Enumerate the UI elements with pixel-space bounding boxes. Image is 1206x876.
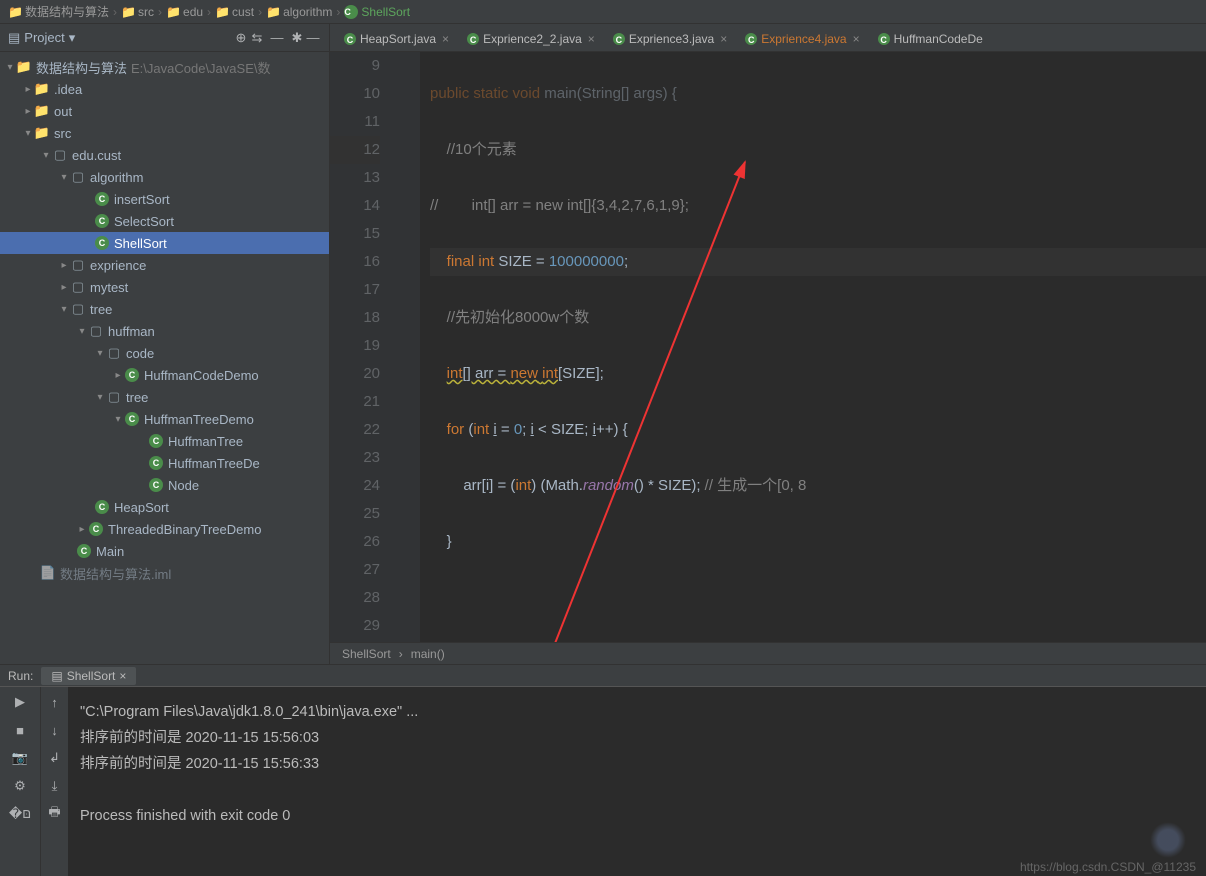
run-toolbar: ▶ ■ 📷 ⚙ �םּ xyxy=(0,687,40,876)
tree-package-edu-cust[interactable]: ▾▢edu.cust xyxy=(0,144,329,166)
tree-package-huffman[interactable]: ▾▢huffman xyxy=(0,320,329,342)
code-editor[interactable]: 9101112131415161718192021222324252627282… xyxy=(330,52,1206,642)
gutter-annotations xyxy=(390,52,420,642)
watermark-logo xyxy=(1150,822,1186,858)
tab-huffmancodede[interactable]: HuffmanCodeDe xyxy=(870,27,991,51)
stop-button[interactable]: ■ xyxy=(11,721,29,739)
run-tab[interactable]: ▤ShellSort× xyxy=(41,667,136,685)
tree-class-node[interactable]: Node xyxy=(0,474,329,496)
scroll-end-icon[interactable]: ⤓ xyxy=(46,777,64,795)
expand-all-icon[interactable]: ⇆ xyxy=(249,30,265,46)
run-toolbar-secondary: ↑ ↓ ↲ ⤓ 🖶 xyxy=(40,687,68,876)
tree-class-huffmancodedemo[interactable]: ▸HuffmanCodeDemo xyxy=(0,364,329,386)
breadcrumb-root[interactable]: 📁数据结构与算法 xyxy=(8,3,109,20)
tab-exprience2[interactable]: Exprience2_2.java× xyxy=(459,27,603,51)
settings-icon[interactable]: ✱ xyxy=(289,30,305,46)
run-tab-row: Run: ▤ShellSort× xyxy=(0,664,1206,686)
tree-folder-out[interactable]: ▸📁out xyxy=(0,100,329,122)
tree-class-huffmantree[interactable]: HuffmanTree xyxy=(0,430,329,452)
tree-package-algorithm[interactable]: ▾▢algorithm xyxy=(0,166,329,188)
down-icon[interactable]: ↓ xyxy=(46,721,64,739)
run-label: Run: xyxy=(8,669,33,683)
tree-class-shellsort[interactable]: ShellSort xyxy=(0,232,329,254)
tree-class-selectsort[interactable]: SelectSort xyxy=(0,210,329,232)
tree-package-exprience[interactable]: ▸▢exprience xyxy=(0,254,329,276)
breadcrumb-class[interactable]: ShellSort xyxy=(344,5,410,19)
project-tree[interactable]: ▾📁数据结构与算法E:\JavaCode\JavaSE\数 ▸📁.idea ▸📁… xyxy=(0,52,329,664)
tree-root[interactable]: ▾📁数据结构与算法E:\JavaCode\JavaSE\数 xyxy=(0,56,329,78)
crumb-method[interactable]: main() xyxy=(411,647,445,661)
breadcrumb-item[interactable]: 📁algorithm xyxy=(266,5,332,19)
tree-package-mytest[interactable]: ▸▢mytest xyxy=(0,276,329,298)
editor-tabs: HeapSort.java× Exprience2_2.java× Exprie… xyxy=(330,24,1206,52)
console-line: 排序前的时间是 2020-11-15 15:56:03 xyxy=(80,725,1194,751)
tree-package-tree2[interactable]: ▾▢tree xyxy=(0,386,329,408)
breadcrumb-item[interactable]: 📁cust xyxy=(215,5,254,19)
exit-button[interactable]: �םּ xyxy=(11,805,29,823)
crumb-class[interactable]: ShellSort xyxy=(342,647,391,661)
breadcrumb-item[interactable]: 📁edu xyxy=(166,5,203,19)
tab-exprience4[interactable]: Exprience4.java× xyxy=(737,27,867,51)
tree-folder-src[interactable]: ▾📁src xyxy=(0,122,329,144)
dropdown-icon[interactable]: ▾ xyxy=(69,30,76,46)
run-panel: ▶ ■ 📷 ⚙ �םּ ↑ ↓ ↲ ⤓ 🖶 "C:\Program Files\… xyxy=(0,686,1206,876)
console-line: Process finished with exit code 0 xyxy=(80,803,1194,829)
tree-class-huffmantreedemo[interactable]: ▾HuffmanTreeDemo xyxy=(0,408,329,430)
tree-package-code[interactable]: ▾▢code xyxy=(0,342,329,364)
breadcrumb: 📁数据结构与算法 › 📁src › 📁edu › 📁cust › 📁algori… xyxy=(0,0,1206,24)
project-title[interactable]: Project xyxy=(24,30,64,45)
close-icon[interactable]: × xyxy=(588,32,595,46)
tree-package-tree[interactable]: ▾▢tree xyxy=(0,298,329,320)
tab-heapsort[interactable]: HeapSort.java× xyxy=(336,27,457,51)
breadcrumb-item[interactable]: 📁src xyxy=(121,5,154,19)
close-icon[interactable]: × xyxy=(720,32,727,46)
line-gutter: 9101112131415161718192021222324252627282… xyxy=(330,52,390,642)
tab-exprience3[interactable]: Exprience3.java× xyxy=(605,27,735,51)
tree-file-iml[interactable]: 📄数据结构与算法.iml xyxy=(0,562,329,584)
editor-area: HeapSort.java× Exprience2_2.java× Exprie… xyxy=(330,24,1206,664)
code-content[interactable]: public static void main(String[] args) {… xyxy=(420,52,1206,642)
close-icon[interactable]: × xyxy=(119,669,126,683)
collapse-icon[interactable]: — xyxy=(269,30,285,46)
print-icon[interactable]: 🖶 xyxy=(46,805,64,823)
tree-class-main[interactable]: Main xyxy=(0,540,329,562)
tree-class-huffmantreede[interactable]: HuffmanTreeDe xyxy=(0,452,329,474)
tree-class-threadedbinarytreedemo[interactable]: ▸ThreadedBinaryTreeDemo xyxy=(0,518,329,540)
run-button[interactable]: ▶ xyxy=(11,693,29,711)
select-opened-file-icon[interactable]: ⊕ xyxy=(233,30,249,46)
structure-breadcrumb: ShellSort › main() xyxy=(330,642,1206,664)
up-icon[interactable]: ↑ xyxy=(46,693,64,711)
tree-class-heapsort[interactable]: HeapSort xyxy=(0,496,329,518)
hide-icon[interactable]: — xyxy=(305,30,321,46)
tree-folder-idea[interactable]: ▸📁.idea xyxy=(0,78,329,100)
project-header: ▤ Project ▾ ⊕ ⇆ — ✱ — xyxy=(0,24,329,52)
project-view-icon: ▤ xyxy=(8,30,20,46)
watermark-text: https://blog.csdn.CSDN_@11235 xyxy=(1020,860,1196,874)
close-icon[interactable]: × xyxy=(442,32,449,46)
dump-button[interactable]: 📷 xyxy=(11,749,29,767)
console-line: "C:\Program Files\Java\jdk1.8.0_241\bin\… xyxy=(80,699,1194,725)
console-output[interactable]: "C:\Program Files\Java\jdk1.8.0_241\bin\… xyxy=(68,687,1206,876)
close-icon[interactable]: × xyxy=(853,32,860,46)
soft-wrap-icon[interactable]: ↲ xyxy=(46,749,64,767)
layout-button[interactable]: ⚙ xyxy=(11,777,29,795)
tree-class-insertsort[interactable]: insertSort xyxy=(0,188,329,210)
project-panel: ▤ Project ▾ ⊕ ⇆ — ✱ — ▾📁数据结构与算法E:\JavaCo… xyxy=(0,24,330,664)
console-line: 排序前的时间是 2020-11-15 15:56:33 xyxy=(80,751,1194,777)
